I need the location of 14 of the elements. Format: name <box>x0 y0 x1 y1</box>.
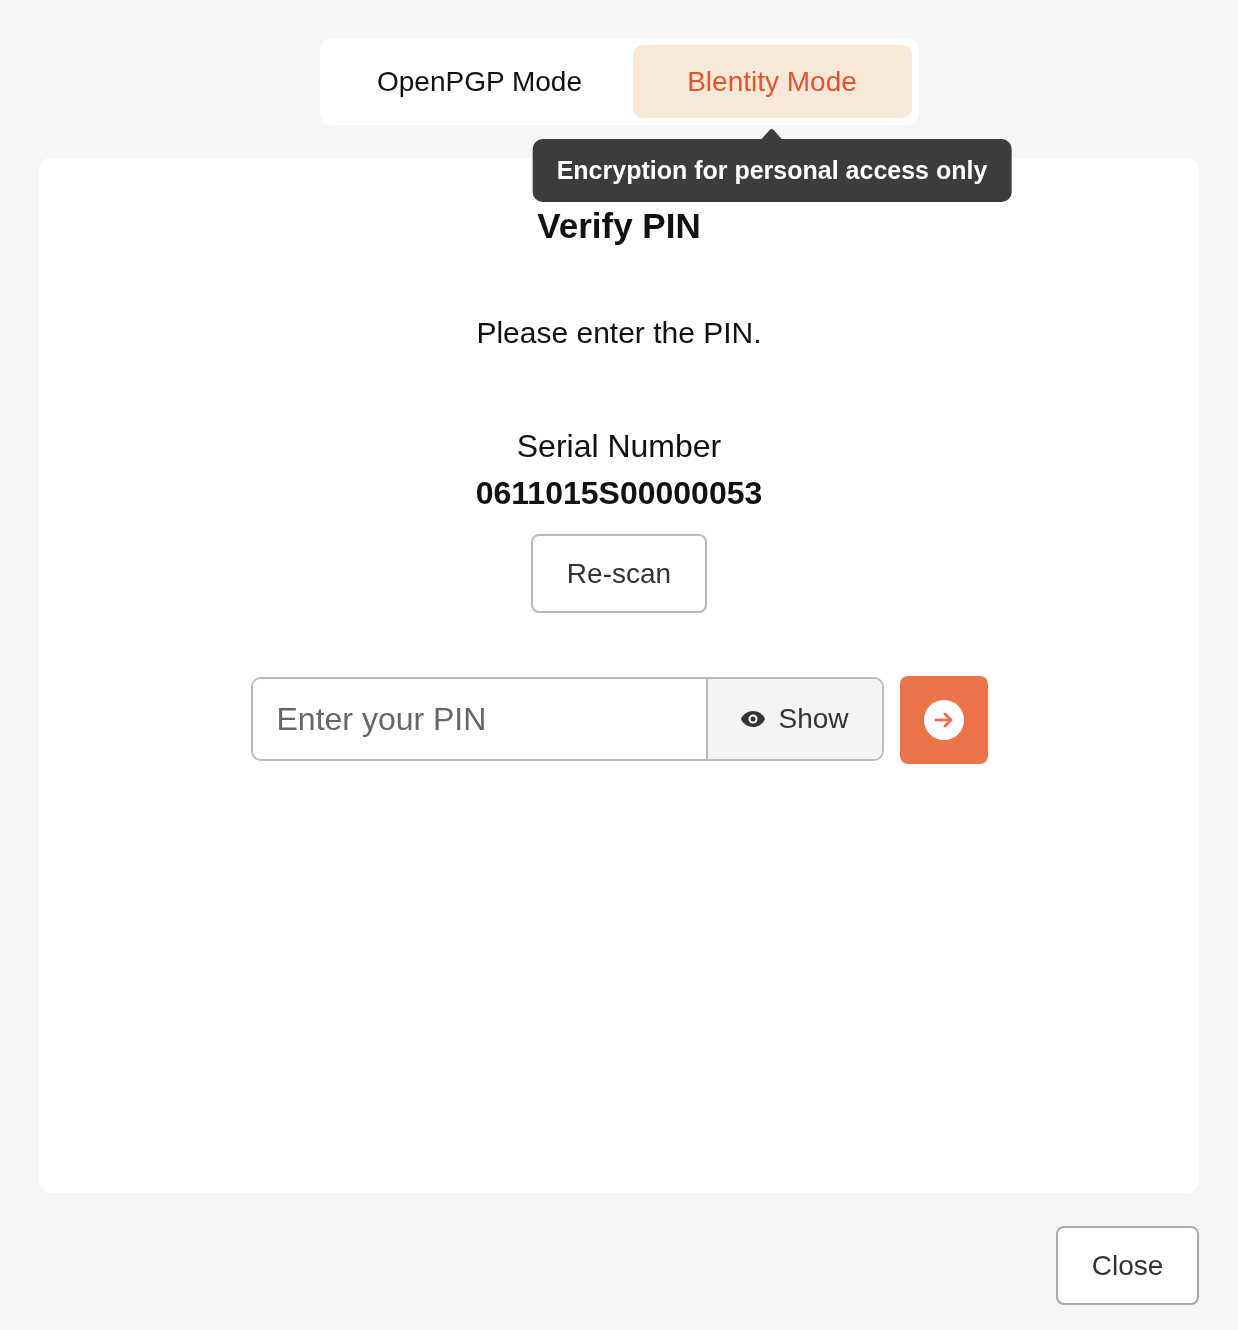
pin-field[interactable]: Enter your PIN Show <box>250 677 884 761</box>
close-button[interactable]: Close <box>1056 1226 1199 1305</box>
tooltip-arrow <box>762 128 782 139</box>
rescan-button[interactable]: Re-scan <box>531 534 707 613</box>
instruction-text: Please enter the PIN. <box>476 316 762 350</box>
arrow-right-icon <box>923 700 964 740</box>
serial-value: 0611015S00000053 <box>475 475 763 512</box>
mode-tab[interactable]: OpenPGP Mode <box>326 45 633 118</box>
tooltip: Encryption for personal access only <box>532 139 1012 202</box>
eye-icon <box>740 710 767 728</box>
dialog-title: Verify PIN <box>537 206 701 246</box>
show-button[interactable]: Show <box>705 679 882 759</box>
serial-label: Serial Number <box>516 428 722 465</box>
submit-button[interactable] <box>899 676 988 764</box>
